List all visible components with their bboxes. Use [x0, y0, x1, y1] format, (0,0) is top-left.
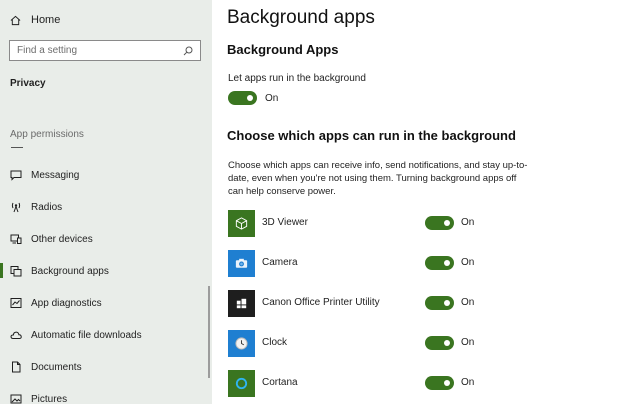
home-icon	[10, 15, 21, 25]
clock-icon	[235, 337, 248, 350]
diagnostics-icon	[10, 298, 22, 308]
cloud-icon	[10, 331, 22, 339]
toggle-knob	[444, 220, 450, 226]
app-tile	[228, 250, 255, 277]
active-indicator	[0, 263, 3, 278]
sidebar-item-radios[interactable]: Radios	[0, 191, 212, 223]
sidebar-item-label: Messaging	[31, 169, 80, 181]
app-name: Cortana	[262, 377, 298, 388]
app-toggle-3d-viewer[interactable]	[425, 216, 454, 230]
toggle-knob	[247, 95, 253, 101]
app-name: Clock	[262, 337, 288, 348]
app-name: Camera	[262, 257, 298, 268]
toggle-knob	[444, 300, 450, 306]
section-heading-choose-apps: Choose which apps can run in the backgro…	[227, 128, 516, 143]
app-row-canon-office-printer-utility: Canon Office Printer Utility On	[228, 290, 638, 318]
app-toggle-clock[interactable]	[425, 336, 454, 350]
app-tile	[228, 290, 255, 317]
printer-icon	[236, 298, 247, 309]
document-icon	[12, 361, 21, 373]
section-heading-background-apps: Background Apps	[227, 42, 339, 57]
home-link[interactable]: Home	[10, 12, 60, 28]
app-toggle-state: On	[461, 217, 475, 228]
toggle-knob	[444, 340, 450, 346]
app-toggle-state: On	[461, 257, 475, 268]
section-description: Choose which apps can receive info, send…	[228, 160, 528, 197]
app-toggle-state: On	[461, 297, 475, 308]
toggle-knob	[444, 380, 450, 386]
sidebar-item-documents[interactable]: Documents	[0, 351, 212, 383]
app-row-3d-viewer: 3D Viewer On	[228, 210, 638, 238]
sidebar-item-label: Background apps	[31, 265, 109, 277]
run-in-background-toggle[interactable]	[228, 91, 257, 105]
run-in-background-state: On	[265, 93, 279, 104]
sidebar-item-pictures[interactable]: Pictures	[0, 383, 212, 404]
sidebar-scrollbar[interactable]	[208, 286, 210, 378]
background-apps-icon	[10, 266, 22, 277]
cube-icon	[235, 217, 248, 230]
app-name: 3D Viewer	[262, 217, 308, 228]
sidebar-item-label: App diagnostics	[31, 297, 102, 309]
message-icon	[10, 170, 22, 181]
app-row-cortana: Cortana On	[228, 370, 638, 398]
devices-icon	[10, 234, 22, 244]
scroll-indicator	[11, 147, 23, 148]
search-placeholder: Find a setting	[17, 45, 78, 56]
sidebar-item-other-devices[interactable]: Other devices	[0, 223, 212, 255]
sidebar-item-app-diagnostics[interactable]: App diagnostics	[0, 287, 212, 319]
app-row-clock: Clock On	[228, 330, 638, 358]
pictures-icon	[10, 394, 22, 404]
app-name: Canon Office Printer Utility	[262, 297, 380, 308]
page-title: Background apps	[227, 7, 375, 28]
sidebar: Home Find a setting Privacy App permissi…	[0, 0, 212, 404]
app-tile	[228, 330, 255, 357]
sidebar-item-messaging[interactable]: Messaging	[0, 159, 212, 191]
group-label: App permissions	[10, 129, 84, 140]
sidebar-item-label: Documents	[31, 361, 82, 373]
cortana-icon	[235, 377, 248, 390]
radio-icon	[11, 202, 21, 213]
sidebar-item-label: Automatic file downloads	[31, 329, 142, 341]
toggle-knob	[444, 260, 450, 266]
sidebar-item-label: Pictures	[31, 393, 68, 404]
app-tile	[228, 210, 255, 237]
app-row-camera: Camera On	[228, 250, 638, 278]
main-content: Background apps Background Apps Let apps…	[212, 0, 640, 404]
app-toggle-camera[interactable]	[425, 256, 454, 270]
search-icon[interactable]	[183, 46, 193, 56]
search-input[interactable]: Find a setting	[9, 40, 201, 61]
run-in-background-label: Let apps run in the background	[228, 73, 366, 84]
sidebar-item-background-apps[interactable]: Background apps	[0, 255, 212, 287]
app-toggle-state: On	[461, 337, 475, 348]
app-toggle-canon-office-printer-utility[interactable]	[425, 296, 454, 310]
app-toggle-cortana[interactable]	[425, 376, 454, 390]
sidebar-item-label: Radios	[31, 201, 63, 213]
home-label: Home	[31, 14, 61, 26]
section-title: Privacy	[10, 78, 46, 89]
sidebar-item-label: Other devices	[31, 233, 93, 245]
app-toggle-state: On	[461, 377, 475, 388]
camera-icon	[235, 258, 248, 268]
sidebar-item-automatic-file-downloads[interactable]: Automatic file downloads	[0, 319, 212, 351]
app-tile	[228, 370, 255, 397]
